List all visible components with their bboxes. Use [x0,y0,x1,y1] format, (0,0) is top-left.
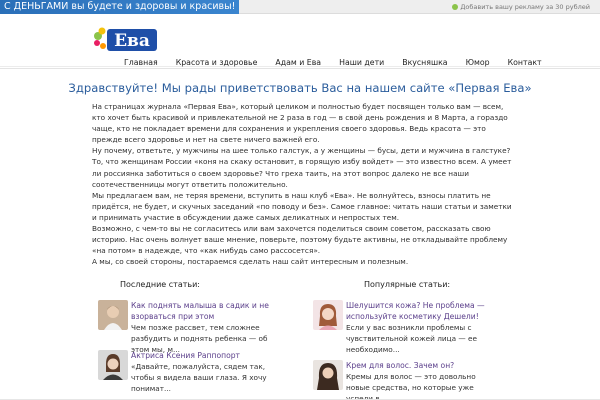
nav-contact[interactable]: Контакт [499,58,551,68]
nav-home[interactable]: Главная [120,58,167,68]
intro-paragraph: А мы, со своей стороны, постараемся сдел… [92,257,409,267]
nav-beauty-health[interactable]: Красота и здоровье [167,58,267,68]
site-logo[interactable]: Ева [93,26,161,56]
logo-orange-blob [100,43,106,49]
intro-paragraph: Мы предлагаем вам, не теряя времени, вст… [92,190,512,222]
intro-text: На страницах журнала «Первая Ева», котор… [92,101,514,267]
article-title-link[interactable]: Шелушится кожа? Не проблема — используйт… [346,300,494,322]
intro-paragraph: Ну почему, ответьте, у мужчины на шее то… [92,146,512,189]
article-thumbnail[interactable] [313,360,343,390]
green-dot-icon [452,4,459,10]
logo-yellow-blob [98,27,106,35]
nav-tasty[interactable]: Вкусняшка [393,58,456,68]
article-thumbnail[interactable] [313,300,343,330]
article-thumbnail[interactable] [98,350,128,380]
intro-paragraph: На страницах журнала «Первая Ева», котор… [92,102,508,145]
header-divider [0,68,600,69]
main-nav: Главная Красота и здоровье Адам и Ева На… [120,58,551,68]
popular-articles-heading: Популярные статьи: [364,280,451,289]
page-title: Здравствуйте! Мы рады приветствовать Вас… [68,81,532,95]
article-thumbnail[interactable] [98,300,128,330]
add-ad-link[interactable]: Добавить вашу рекламу за 30 рублей [452,1,590,13]
add-ad-label: Добавить вашу рекламу за 30 рублей [460,3,590,11]
article-excerpt: Если у вас возникли проблемы с чувствите… [346,323,477,354]
latest-articles-heading: Последние статьи: [120,280,200,289]
article-excerpt: Кремы для волос — это довольно новые сре… [346,372,476,400]
nav-adam-eva[interactable]: Адам и Ева [266,58,330,68]
article-excerpt: «Давайте, пожалуйста, сядем так, чтобы я… [131,362,267,393]
logo-pink-blob [94,40,100,46]
top-promo-bar: С ДЕНЬГАМИ вы будете и здоровы и красивы… [0,0,600,14]
promo-banner-link[interactable]: С ДЕНЬГАМИ вы будете и здоровы и красивы… [0,0,240,14]
logo-text: Ева [114,31,150,51]
article-title-link[interactable]: Актриса Ксения Раппопорт [131,350,279,361]
site-header: Ева Главная Красота и здоровье Адам и Ев… [0,15,600,67]
article-title-link[interactable]: Как поднять малыша в садик и не взорвать… [131,300,279,322]
nav-our-children[interactable]: Наши дети [330,58,393,68]
nav-humor[interactable]: Юмор [457,58,499,68]
intro-paragraph: Возможно, с чем-то вы не согласитесь или… [92,224,508,256]
article-title-link[interactable]: Крем для волос. Зачем он? [346,360,494,371]
